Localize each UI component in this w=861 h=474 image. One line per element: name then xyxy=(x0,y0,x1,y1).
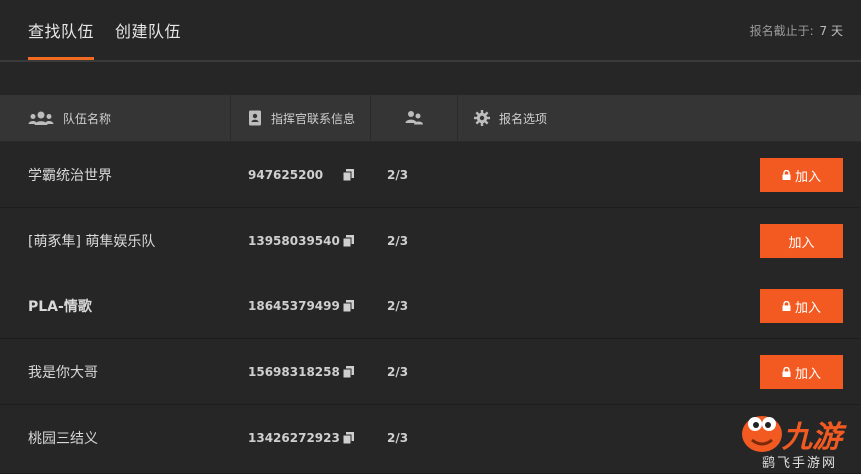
table-header: 队伍名称 指挥官联系信息 报名选项 xyxy=(0,95,861,142)
table-row: 学霸统治世界 947625200 2/3 加入 xyxy=(0,142,861,208)
deadline-label: 报名截止于: xyxy=(749,24,814,38)
copy-icon[interactable] xyxy=(343,339,354,404)
table-row: 我是你大哥 15698318258 2/3 加入 xyxy=(0,339,861,405)
commander-contact: 13958039540 xyxy=(248,233,340,248)
column-contact: 指挥官联系信息 xyxy=(248,95,355,141)
column-options: 报名选项 xyxy=(474,95,547,141)
join-button[interactable]: 加入 xyxy=(760,289,843,323)
join-button-label: 加入 xyxy=(794,168,821,184)
watermark-site: 鹞飞手游网 xyxy=(762,456,838,471)
copy-icon[interactable] xyxy=(343,405,354,470)
join-button-label: 加入 xyxy=(794,299,821,315)
member-count: 2/3 xyxy=(387,167,409,182)
tab-find-team[interactable]: 查找队伍 xyxy=(28,18,95,60)
tab-create-team[interactable]: 创建队伍 xyxy=(115,18,181,60)
column-options-label: 报名选项 xyxy=(499,111,548,126)
commander-contact: 13426272923 xyxy=(248,430,340,445)
copy-icon[interactable] xyxy=(343,208,354,273)
copy-icon[interactable] xyxy=(343,273,354,338)
team-name: [萌豖隼] 萌隼娱乐队 xyxy=(28,233,156,250)
tab-create-team-label: 创建队伍 xyxy=(115,22,182,41)
top-bar: 查找队伍 创建队伍 报名截止于: 7 天 xyxy=(0,0,861,62)
table-row: [萌豖隼] 萌隼娱乐队 13958039540 2/3 加入 xyxy=(0,208,861,274)
lock-icon xyxy=(782,299,791,314)
watermark-logo: 九游 鹞飞手游网 xyxy=(730,402,858,472)
tab-find-team-label: 查找队伍 xyxy=(28,22,95,41)
join-button[interactable]: 加入 xyxy=(760,224,843,258)
join-button[interactable]: 加入 xyxy=(760,355,843,389)
deadline-value: 7 天 xyxy=(819,24,843,38)
lock-icon xyxy=(782,365,791,380)
column-contact-label: 指挥官联系信息 xyxy=(271,111,356,126)
member-count: 2/3 xyxy=(387,430,409,445)
commander-contact: 947625200 xyxy=(248,167,324,182)
join-button[interactable]: 加入 xyxy=(760,158,843,192)
watermark-brand: 九游 xyxy=(782,420,842,455)
team-name: 学霸统治世界 xyxy=(28,167,112,184)
member-count: 2/3 xyxy=(387,233,409,248)
member-count: 2/3 xyxy=(387,298,409,313)
contact-card-icon xyxy=(248,110,262,126)
commander-contact: 18645379499 xyxy=(248,298,340,313)
join-button-label: 加入 xyxy=(794,365,821,381)
members-icon xyxy=(404,110,424,126)
member-count: 2/3 xyxy=(387,364,409,379)
team-name: 桃园三结义 xyxy=(28,430,98,447)
deadline-info: 报名截止于: 7 天 xyxy=(750,22,843,39)
group-icon xyxy=(28,110,54,126)
team-name: 我是你大哥 xyxy=(28,364,98,381)
team-name: PLA-情歌 xyxy=(28,298,92,315)
table-row: PLA-情歌 18645379499 2/3 加入 xyxy=(0,273,861,339)
gear-icon xyxy=(474,110,490,126)
copy-icon[interactable] xyxy=(343,142,354,207)
column-team-name: 队伍名称 xyxy=(28,95,111,141)
commander-contact: 15698318258 xyxy=(248,364,340,379)
lock-icon xyxy=(782,168,791,183)
join-button-label: 加入 xyxy=(788,234,815,250)
column-team-name-label: 队伍名称 xyxy=(63,111,112,126)
column-members xyxy=(404,95,433,141)
